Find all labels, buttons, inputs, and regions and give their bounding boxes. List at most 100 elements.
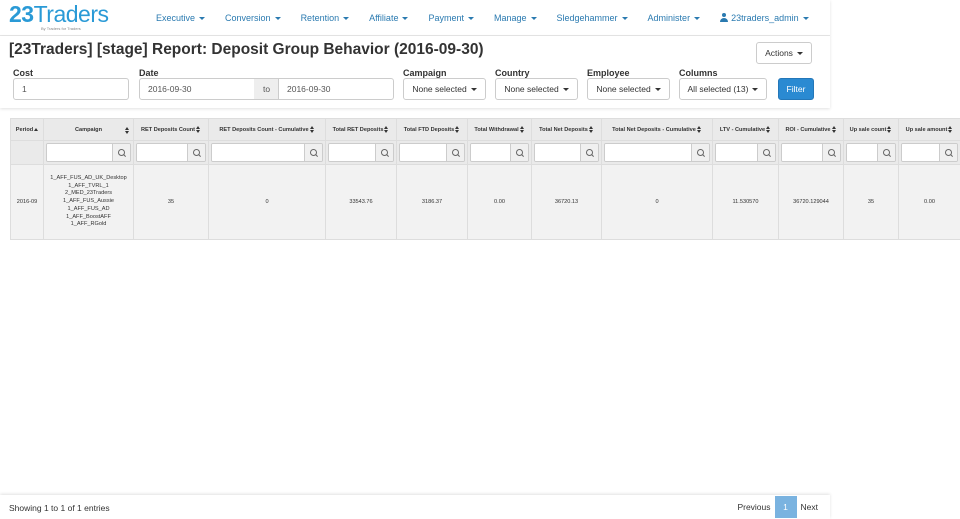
sort-icon xyxy=(196,126,201,133)
column-search-input[interactable] xyxy=(535,144,580,161)
nav-label: Sledgehammer xyxy=(556,13,618,23)
search-row xyxy=(10,140,960,165)
nav-payment[interactable]: Payment xyxy=(418,13,484,23)
column-search-input[interactable] xyxy=(212,144,304,161)
col-label: Campaign xyxy=(74,126,103,133)
col-period[interactable]: Period xyxy=(10,118,44,141)
search-cell xyxy=(778,140,844,165)
nav-user-menu[interactable]: 23traders_admin xyxy=(710,13,819,23)
col-roi-cumulative[interactable]: ROI - Cumulative xyxy=(778,118,844,141)
column-search-input[interactable] xyxy=(47,144,112,161)
country-select[interactable]: None selected xyxy=(495,78,578,100)
col-up-sale-amount[interactable]: Up sale amount xyxy=(898,118,960,141)
nav-retention[interactable]: Retention xyxy=(291,13,360,23)
search-icon xyxy=(192,148,200,156)
search-icon xyxy=(944,148,952,156)
col-ret-deposits-count[interactable]: RET Deposits Count xyxy=(133,118,209,141)
column-search-input[interactable] xyxy=(400,144,446,161)
caret-down-icon xyxy=(199,17,206,21)
nav-manage[interactable]: Manage xyxy=(484,13,547,23)
search-button[interactable] xyxy=(510,144,528,161)
search-button[interactable] xyxy=(187,144,205,161)
sort-asc-icon xyxy=(34,127,39,131)
search-icon xyxy=(380,148,388,156)
page-1-button[interactable]: 1 xyxy=(774,496,797,518)
cell-ret-deposits-cumulative: 0 xyxy=(208,164,326,240)
nav-label: Administer xyxy=(647,13,691,23)
report-table: Period Campaign RET Deposits Count RET D… xyxy=(10,118,960,240)
search-button[interactable] xyxy=(580,144,598,161)
column-search-input[interactable] xyxy=(716,144,757,161)
col-total-net-deposits[interactable]: Total Net Deposits xyxy=(531,118,602,141)
col-up-sale-count[interactable]: Up sale count xyxy=(843,118,899,141)
nav-conversion[interactable]: Conversion xyxy=(215,13,291,23)
column-search-input[interactable] xyxy=(847,144,877,161)
search-button[interactable] xyxy=(304,144,322,161)
column-search-input[interactable] xyxy=(902,144,939,161)
caret-down-icon xyxy=(343,17,350,21)
cell-period: 2016-09 xyxy=(10,164,44,240)
col-ret-deposits-cumulative[interactable]: RET Deposits Count - Cumulative xyxy=(208,118,326,141)
columns-select[interactable]: All selected (13) xyxy=(679,78,767,100)
column-search-input[interactable] xyxy=(329,144,375,161)
column-search-input[interactable] xyxy=(782,144,822,161)
cost-input[interactable]: 1 xyxy=(13,78,129,100)
actions-button[interactable]: Actions xyxy=(756,42,812,64)
date-from-input[interactable]: 2016-09-30 xyxy=(139,78,255,100)
search-button[interactable] xyxy=(757,144,775,161)
nav-sledgehammer[interactable]: Sledgehammer xyxy=(547,13,638,23)
previous-page-button[interactable]: Previous xyxy=(735,502,772,512)
nav-affiliate[interactable]: Affiliate xyxy=(359,13,418,23)
search-button[interactable] xyxy=(446,144,464,161)
nav-executive[interactable]: Executive xyxy=(146,13,215,23)
col-total-net-deposits-cumulative[interactable]: Total Net Deposits - Cumulative xyxy=(601,118,713,141)
search-button[interactable] xyxy=(375,144,393,161)
column-search-input[interactable] xyxy=(605,144,691,161)
employee-select[interactable]: None selected xyxy=(587,78,670,100)
page-title: [23Traders] [stage] Report: Deposit Grou… xyxy=(9,41,484,58)
header-row: Period Campaign RET Deposits Count RET D… xyxy=(10,118,960,141)
caret-down-icon xyxy=(562,87,569,91)
sort-icon xyxy=(831,126,837,133)
search-cell-period xyxy=(10,140,44,165)
employee-label: Employee xyxy=(587,68,630,78)
col-label: Total RET Deposits xyxy=(332,126,384,133)
country-select-value: None selected xyxy=(504,84,559,94)
search-button[interactable] xyxy=(112,144,130,161)
col-label: Total Net Deposits xyxy=(539,126,588,133)
campaign-name: 1_AFF_FUS_Aussie xyxy=(63,198,114,205)
col-ltv-cumulative[interactable]: LTV - Cumulative xyxy=(712,118,779,141)
cell-total-withdrawal: 0.00 xyxy=(467,164,532,240)
col-label: RET Deposits Count - Cumulative xyxy=(219,126,309,133)
col-total-withdrawal[interactable]: Total Withdrawal xyxy=(467,118,532,141)
search-button[interactable] xyxy=(877,144,895,161)
search-button[interactable] xyxy=(822,144,840,161)
nav-administer[interactable]: Administer xyxy=(638,13,711,23)
column-search-input[interactable] xyxy=(471,144,510,161)
campaign-select-value: None selected xyxy=(412,84,467,94)
campaign-select[interactable]: None selected xyxy=(403,78,486,100)
sort-icon xyxy=(766,126,771,133)
user-name: 23traders_admin xyxy=(731,13,799,23)
sort-icon xyxy=(384,126,389,133)
brand-logo[interactable]: 23Traders By Traders for Traders xyxy=(9,3,109,32)
cell-up-sale-amount: 0.00 xyxy=(898,164,960,240)
cell-roi-cumulative: 36720.129044 xyxy=(778,164,844,240)
filter-button[interactable]: Filter xyxy=(778,78,814,100)
col-total-ret-deposits[interactable]: Total RET Deposits xyxy=(325,118,397,141)
col-campaign[interactable]: Campaign xyxy=(43,118,134,141)
next-page-button[interactable]: Next xyxy=(799,502,820,512)
actions-label: Actions xyxy=(765,48,793,58)
nav-label: Retention xyxy=(300,13,340,23)
search-button[interactable] xyxy=(939,144,957,161)
nav-label: Payment xyxy=(428,13,464,23)
main-menu: Executive Conversion Retention Affiliate… xyxy=(146,0,819,36)
caret-down-icon xyxy=(654,87,661,91)
search-cell xyxy=(898,140,960,165)
search-button[interactable] xyxy=(691,144,709,161)
nav-label: Manage xyxy=(493,13,527,23)
date-to-input[interactable]: 2016-09-30 xyxy=(278,78,394,100)
col-total-ftd-deposits[interactable]: Total FTD Deposits xyxy=(396,118,468,141)
table-footer: Showing 1 to 1 of 1 entries Previous 1 N… xyxy=(0,495,830,519)
column-search-input[interactable] xyxy=(137,144,187,161)
